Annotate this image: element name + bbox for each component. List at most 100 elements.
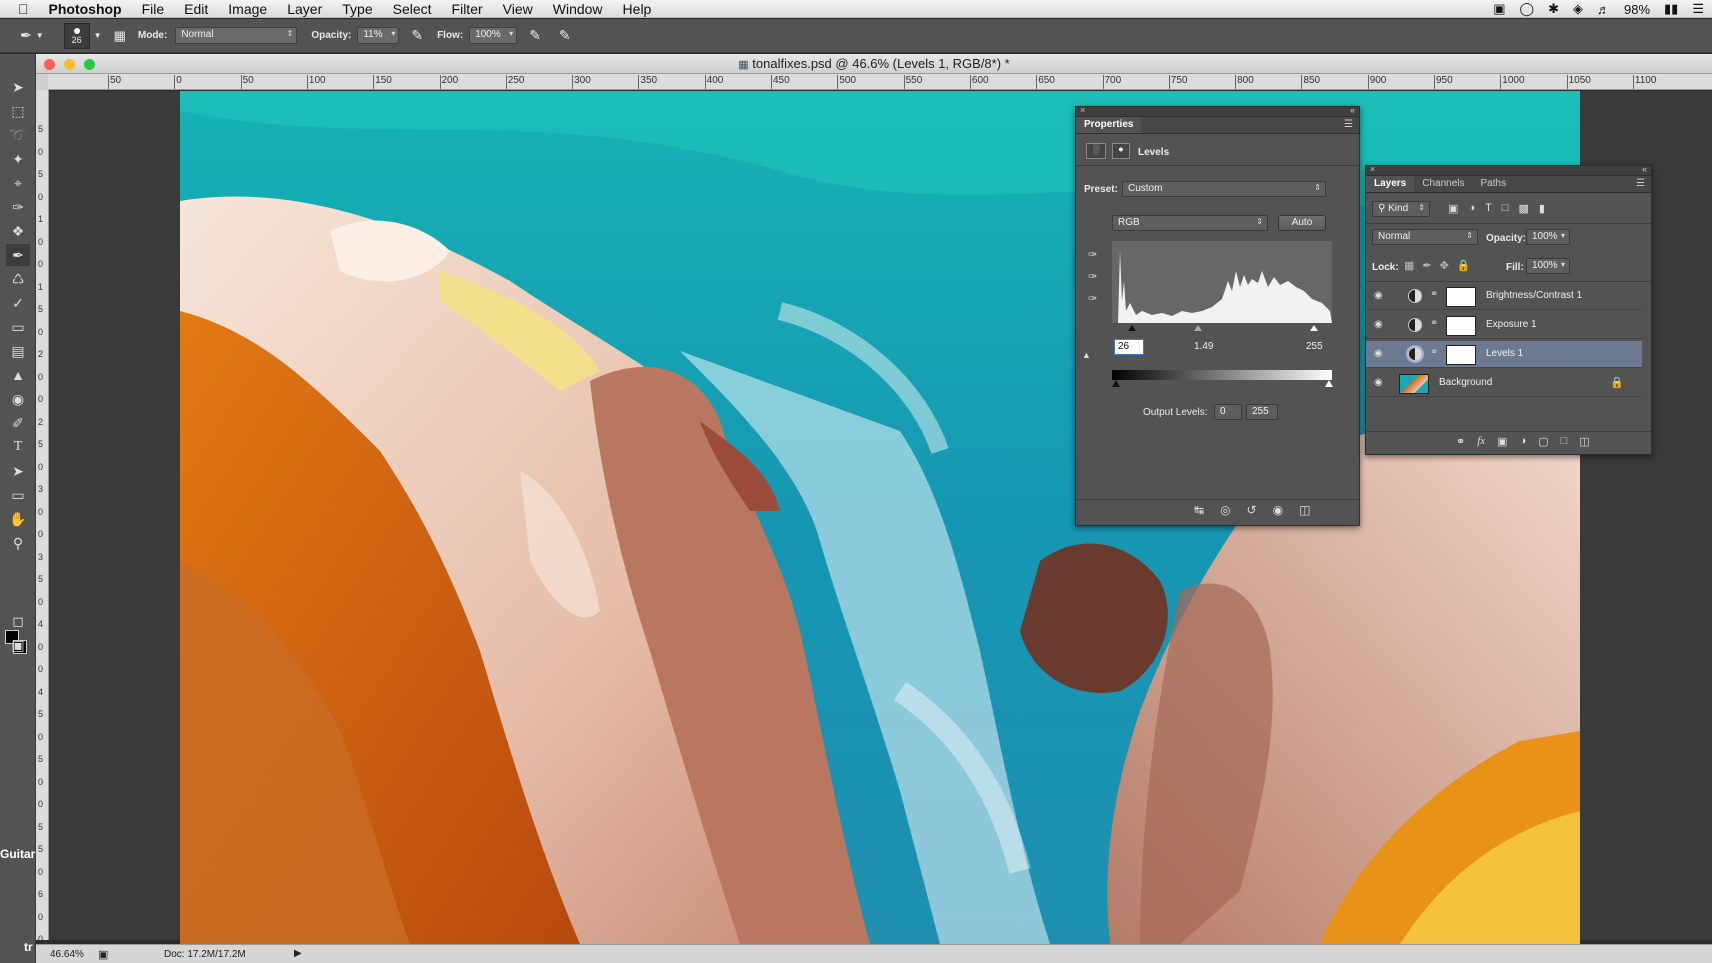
quick-mask-icon[interactable]: ◻ <box>6 610 30 632</box>
history-brush-tool-icon[interactable]: ✓ <box>6 292 30 314</box>
apple-menu-icon[interactable]:  <box>18 1 29 17</box>
link-layers-icon[interactable]: ⚭ <box>1456 435 1465 448</box>
close-panel-icon[interactable]: × <box>1370 164 1375 174</box>
fill-field[interactable]: 100% ▾ <box>1526 258 1570 274</box>
black-input-slider[interactable] <box>1128 325 1136 331</box>
zoom-level[interactable]: 46.64% <box>50 949 84 960</box>
pen-tool-icon[interactable]: ✐ <box>6 412 30 434</box>
channel-select[interactable]: RGB ⇕ <box>1112 215 1268 231</box>
list-icon[interactable]: ☰ <box>1692 1 1704 17</box>
bluetooth-icon[interactable]: ✱ <box>1548 1 1559 17</box>
hand-tool-icon[interactable]: ✋ <box>6 508 30 530</box>
volume-icon[interactable]: ♬ <box>1597 2 1610 17</box>
shape-tool-icon[interactable]: ▭ <box>6 484 30 506</box>
new-adjustment-icon[interactable]: ◑ <box>1520 435 1527 448</box>
auto-button[interactable]: Auto <box>1278 215 1326 231</box>
layer-mask-thumbnail[interactable] <box>1446 316 1476 336</box>
type-filter-icon[interactable]: T <box>1485 202 1492 215</box>
close-panel-icon[interactable]: × <box>1080 105 1085 115</box>
tab-paths[interactable]: Paths <box>1473 176 1515 192</box>
menu-image[interactable]: Image <box>228 1 267 17</box>
white-output-slider[interactable] <box>1325 380 1333 387</box>
lock-all-icon[interactable]: 🔒 <box>1457 259 1471 272</box>
flow-field[interactable]: 100% ▾ <box>469 27 518 44</box>
path-selection-tool-icon[interactable]: ➤ <box>6 460 30 482</box>
type-tool-icon[interactable]: T <box>6 436 30 458</box>
screen-mode-icon[interactable]: ▣ <box>6 634 30 656</box>
menu-type[interactable]: Type <box>342 1 372 17</box>
opacity-field[interactable]: 11% ▾ <box>357 27 400 44</box>
output-white-field[interactable]: 255 <box>1246 404 1278 420</box>
menu-app-name[interactable]: Photoshop <box>49 1 122 17</box>
filter-kind-select[interactable]: ⚲ Kind ⇕ <box>1372 201 1430 217</box>
layer-mask-thumbnail[interactable] <box>1446 345 1476 365</box>
marquee-tool-icon[interactable]: ⬚ <box>6 100 30 122</box>
menu-help[interactable]: Help <box>623 1 652 17</box>
airbrush-icon[interactable]: ✎ <box>529 27 541 44</box>
add-mask-icon[interactable]: ▣ <box>1497 435 1507 448</box>
visibility-eye-icon[interactable]: ◉ <box>1374 290 1388 302</box>
visibility-eye-icon[interactable]: ◉ <box>1374 348 1388 360</box>
link-chain-icon[interactable]: ⚭ <box>1430 318 1438 329</box>
menu-file[interactable]: File <box>142 1 165 17</box>
link-chain-icon[interactable]: ⚭ <box>1430 289 1438 300</box>
battery-percent[interactable]: 98% <box>1624 2 1650 17</box>
zoom-window-icon[interactable] <box>84 59 95 70</box>
menu-window[interactable]: Window <box>553 1 603 17</box>
eyedropper-tool-icon[interactable]: ✑ <box>6 196 30 218</box>
visibility-eye-icon[interactable]: ◉ <box>1374 319 1388 331</box>
healing-tool-icon[interactable]: ❖ <box>6 220 30 242</box>
background-thumbnail[interactable] <box>1399 374 1429 394</box>
adjustment-filter-icon[interactable]: ◑ <box>1468 202 1475 215</box>
tool-preset-arrow-icon[interactable]: ▼ <box>36 31 44 40</box>
status-menu-arrow-icon[interactable]: ▶ <box>294 948 302 959</box>
link-chain-icon[interactable]: ⚭ <box>1430 347 1438 358</box>
white-input-slider[interactable] <box>1310 325 1318 331</box>
trash-icon[interactable]: ◫ <box>1299 503 1310 517</box>
gradient-tool-icon[interactable]: ▤ <box>6 340 30 362</box>
status-app-icon[interactable]: ▣ <box>1493 1 1505 17</box>
menu-edit[interactable]: Edit <box>184 1 208 17</box>
battery-icon[interactable]: ▮▮ <box>1664 1 1678 17</box>
input-gamma-field[interactable]: 1.49 <box>1194 341 1213 352</box>
black-point-eyedropper-icon[interactable]: ✑ <box>1088 244 1097 266</box>
layer-row-brightness-contrast[interactable]: ◉ ⚭ Brightness/Contrast 1 <box>1366 283 1642 310</box>
brush-picker-arrow-icon[interactable]: ▼ <box>94 31 102 40</box>
brush-tool-icon[interactable]: ✒ <box>6 244 30 266</box>
status-info-icon[interactable]: ▣ <box>98 948 108 961</box>
layer-mask-thumbnail[interactable] <box>1446 287 1476 307</box>
black-output-slider[interactable] <box>1112 380 1120 387</box>
tab-channels[interactable]: Channels <box>1414 176 1472 192</box>
layer-opacity-field[interactable]: 100% ▾ <box>1526 229 1570 245</box>
brush-tool-icon[interactable]: ✒ <box>20 27 32 44</box>
stamp-tool-icon[interactable]: ♺ <box>6 268 30 290</box>
menu-view[interactable]: View <box>503 1 533 17</box>
lock-image-icon[interactable]: ✒ <box>1422 259 1431 272</box>
lock-transparent-icon[interactable]: ▦ <box>1404 259 1414 272</box>
lock-position-icon[interactable]: ✥ <box>1440 259 1449 272</box>
blur-tool-icon[interactable]: ▲ <box>6 364 30 386</box>
collapse-panel-icon[interactable]: « <box>1642 164 1647 174</box>
eraser-tool-icon[interactable]: ▭ <box>6 316 30 338</box>
panel-menu-icon[interactable]: ☰ <box>1338 117 1359 133</box>
white-point-eyedropper-icon[interactable]: ✑ <box>1088 288 1097 310</box>
input-black-field[interactable]: 26 <box>1114 339 1144 355</box>
layer-row-background[interactable]: ◉ Background 🔒 <box>1366 370 1642 397</box>
shape-filter-icon[interactable]: □ <box>1502 202 1509 215</box>
zoom-tool-icon[interactable]: ⚲ <box>6 532 30 554</box>
layer-row-exposure[interactable]: ◉ ⚭ Exposure 1 <box>1366 312 1642 339</box>
brush-panel-icon[interactable]: ▦ <box>114 28 126 44</box>
pressure-opacity-icon[interactable]: ✎ <box>411 27 423 44</box>
blend-mode-select[interactable]: Normal ⇕ <box>1372 229 1478 245</box>
new-layer-icon[interactable]: □ <box>1561 435 1568 448</box>
crop-tool-icon[interactable]: ⌖ <box>6 172 30 194</box>
close-window-icon[interactable] <box>44 59 55 70</box>
reset-icon[interactable]: ↺ <box>1247 503 1257 517</box>
dodge-tool-icon[interactable]: ◉ <box>6 388 30 410</box>
wifi-icon[interactable]: ◈ <box>1573 1 1583 17</box>
pressure-size-icon[interactable]: ✎ <box>559 27 571 44</box>
collapse-panel-icon[interactable]: « <box>1350 105 1355 115</box>
clipping-warning-icon[interactable]: ▲ <box>1082 350 1091 360</box>
gray-point-eyedropper-icon[interactable]: ✑ <box>1088 266 1097 288</box>
mask-icon[interactable]: ● <box>1112 143 1130 159</box>
